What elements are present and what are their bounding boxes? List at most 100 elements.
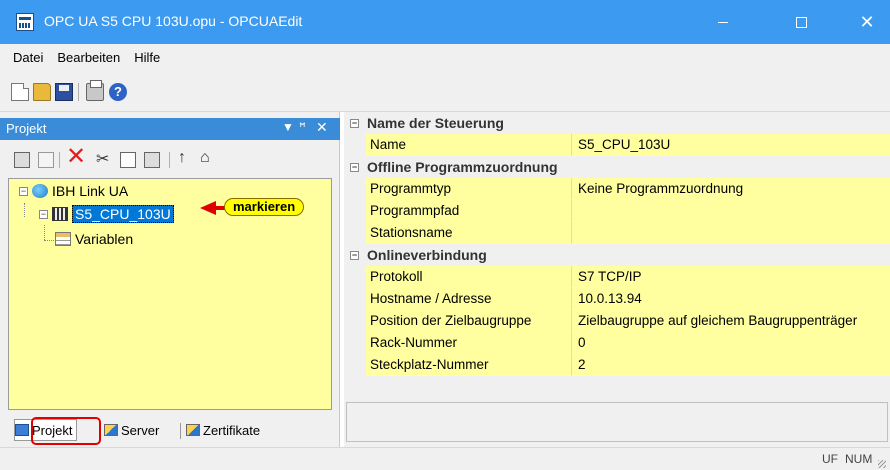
property-value[interactable]: Zielbaugruppe auf gleichem Baugruppenträ… bbox=[572, 310, 890, 332]
property-row[interactable]: Name S5_CPU_103U bbox=[344, 134, 890, 156]
property-value[interactable]: 2 bbox=[572, 354, 890, 376]
property-key: Position der Zielbaugruppe bbox=[366, 310, 572, 332]
category-title: Onlineverbindung bbox=[367, 247, 487, 263]
panel-close-icon[interactable]: ✕ bbox=[316, 119, 328, 136]
copy-icon[interactable] bbox=[120, 152, 136, 168]
help-icon[interactable]: ? bbox=[109, 83, 127, 101]
title-bar: OPC UA S5 CPU 103U.opu - OPCUAEdit ✕ bbox=[0, 0, 890, 44]
property-key: Stationsname bbox=[366, 222, 572, 244]
property-key: Hostname / Adresse bbox=[366, 288, 572, 310]
menu-bearbeiten[interactable]: Bearbeiten bbox=[50, 50, 127, 65]
tree-node-label: IBH Link UA bbox=[52, 183, 129, 199]
panel-dropdown-icon[interactable]: ▼ bbox=[282, 120, 294, 134]
tree-node-variablen[interactable]: Variablen bbox=[55, 231, 133, 247]
new-file-icon[interactable] bbox=[11, 83, 29, 101]
variable-table-icon bbox=[55, 232, 71, 246]
minimize-button[interactable] bbox=[700, 0, 746, 44]
status-bar: UF NUM bbox=[0, 447, 890, 470]
tree-node-s5-cpu[interactable]: − S5_CPU_103U bbox=[39, 205, 174, 223]
property-row[interactable]: Protokoll S7 TCP/IP bbox=[344, 266, 890, 288]
menu-bar: Datei Bearbeiten Hilfe bbox=[0, 44, 890, 71]
menu-datei[interactable]: Datei bbox=[6, 50, 50, 65]
property-row[interactable]: Hostname / Adresse 10.0.13.94 bbox=[344, 288, 890, 310]
close-icon: ✕ bbox=[859, 12, 875, 32]
property-value[interactable]: Keine Programmzuordnung bbox=[572, 178, 890, 200]
property-key: Programmtyp bbox=[366, 178, 572, 200]
window-title: OPC UA S5 CPU 103U.opu - OPCUAEdit bbox=[44, 13, 303, 29]
delete-icon[interactable]: ✕ bbox=[66, 145, 86, 169]
row-gutter bbox=[344, 354, 366, 376]
home-icon[interactable]: ⌂ bbox=[200, 149, 216, 166]
move-up-icon[interactable]: ↑ bbox=[178, 149, 194, 166]
property-key: Programmpfad bbox=[366, 200, 572, 222]
property-value[interactable]: S7 TCP/IP bbox=[572, 266, 890, 288]
certificate-tab-icon bbox=[186, 424, 200, 436]
menu-hilfe[interactable]: Hilfe bbox=[127, 50, 167, 65]
property-value[interactable]: 0 bbox=[572, 332, 890, 354]
print-icon[interactable] bbox=[86, 80, 104, 101]
property-value[interactable]: 10.0.13.94 bbox=[572, 288, 890, 310]
main-toolbar: ? bbox=[0, 71, 890, 112]
property-row[interactable]: Programmpfad bbox=[344, 200, 890, 222]
category-title: Name der Steuerung bbox=[367, 115, 504, 131]
tree-connector bbox=[44, 225, 45, 240]
tab-zertifikate[interactable]: Zertifikate bbox=[186, 419, 260, 441]
add-station-icon[interactable] bbox=[14, 152, 30, 168]
network-globe-icon bbox=[32, 184, 48, 198]
collapse-icon[interactable]: − bbox=[19, 186, 28, 196]
callout-label: markieren bbox=[224, 198, 305, 216]
tree-node-ibh-link[interactable]: − IBH Link UA bbox=[19, 183, 128, 199]
maximize-button[interactable] bbox=[778, 0, 824, 44]
row-gutter bbox=[344, 310, 366, 332]
row-gutter bbox=[344, 332, 366, 354]
property-row[interactable]: Rack-Nummer 0 bbox=[344, 332, 890, 354]
tab-server[interactable]: Server bbox=[104, 419, 159, 441]
collapse-icon[interactable]: − bbox=[39, 209, 48, 219]
tree-connector bbox=[24, 203, 25, 217]
property-description bbox=[346, 402, 888, 442]
property-value[interactable]: S5_CPU_103U bbox=[572, 134, 890, 156]
row-gutter bbox=[344, 134, 366, 156]
tab-separator bbox=[180, 423, 181, 439]
collapse-icon[interactable]: − bbox=[350, 118, 359, 128]
row-gutter bbox=[344, 178, 366, 200]
property-value[interactable] bbox=[572, 200, 890, 222]
property-key: Rack-Nummer bbox=[366, 332, 572, 354]
property-row[interactable]: Position der Zielbaugruppe Zielbaugruppe … bbox=[344, 310, 890, 332]
property-row[interactable]: Steckplatz-Nummer 2 bbox=[344, 354, 890, 376]
tree-connector bbox=[44, 240, 54, 241]
project-panel-header: Projekt ▼ ꟸ ✕ bbox=[0, 118, 340, 140]
property-category[interactable]: − Offline Programmzuordnung bbox=[344, 156, 890, 178]
panel-title: Projekt bbox=[6, 121, 47, 136]
collapse-icon[interactable]: − bbox=[350, 250, 359, 260]
paste-icon[interactable] bbox=[144, 152, 160, 168]
app-icon bbox=[16, 13, 34, 31]
server-tab-icon bbox=[104, 424, 118, 436]
category-title: Offline Programmzuordnung bbox=[367, 159, 558, 175]
toolbar-separator bbox=[59, 152, 60, 168]
close-button[interactable]: ✕ bbox=[844, 0, 890, 44]
add-device-icon[interactable] bbox=[38, 152, 54, 168]
status-uf: UF bbox=[822, 452, 838, 466]
property-row[interactable]: Stationsname bbox=[344, 222, 890, 244]
tab-label: Server bbox=[121, 422, 160, 438]
project-tab-icon bbox=[15, 424, 29, 436]
status-num: NUM bbox=[845, 452, 873, 466]
resize-grip-icon[interactable] bbox=[878, 460, 886, 468]
pin-icon[interactable]: ꟸ bbox=[299, 120, 306, 134]
minimize-icon bbox=[718, 21, 728, 23]
property-value[interactable] bbox=[572, 222, 890, 244]
collapse-icon[interactable]: − bbox=[350, 162, 359, 172]
plc-icon bbox=[52, 207, 68, 221]
row-gutter bbox=[344, 200, 366, 222]
red-arrow-icon bbox=[200, 201, 216, 215]
save-icon[interactable] bbox=[55, 83, 73, 101]
property-row[interactable]: Programmtyp Keine Programmzuordnung bbox=[344, 178, 890, 200]
property-key: Protokoll bbox=[366, 266, 572, 288]
tree-node-label: S5_CPU_103U bbox=[72, 205, 174, 223]
property-category[interactable]: − Onlineverbindung bbox=[344, 244, 890, 266]
open-folder-icon[interactable] bbox=[33, 83, 51, 101]
project-toolbar: ✕ ✂ ↑ ⌂ bbox=[0, 142, 340, 178]
property-category[interactable]: − Name der Steuerung bbox=[344, 112, 890, 134]
cut-icon[interactable]: ✂ bbox=[96, 149, 112, 168]
